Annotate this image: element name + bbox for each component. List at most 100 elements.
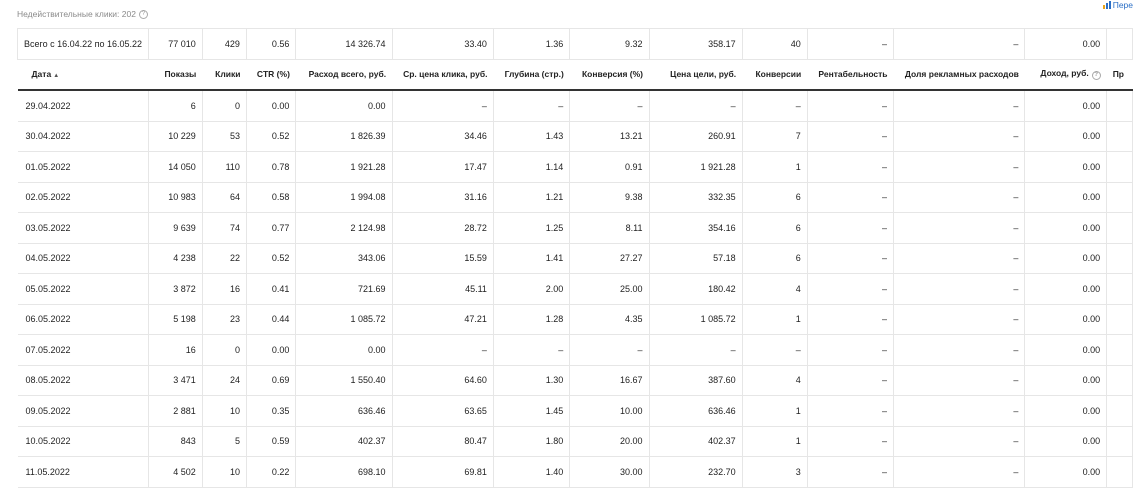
cell-spend: 402.37 [295,426,393,457]
cell-text: 1.28 [545,314,564,325]
cell-next [1106,426,1133,457]
invalid-clicks-label: Недействительные клики: 202 [17,9,136,19]
cell-revenue: 0.00 [1024,426,1108,457]
cell-conversions: 1 [742,426,808,457]
cell-next [1106,456,1133,488]
cell-clicks: 429 [202,28,247,60]
cell-text: 40 [790,38,801,49]
cell-text: – [730,100,736,111]
cell-text: 10 229 [168,131,196,142]
cell-text: 1 826.39 [350,131,386,142]
cell-impressions: 4 502 [148,456,203,488]
help-icon[interactable]: ? [1091,71,1101,81]
cell-date: 08.05.2022 [17,365,150,396]
cell-clicks: 23 [202,304,247,335]
cell-avg-cpc: – [392,90,494,122]
cell-text: – [1013,344,1019,355]
cell-text: Доход, руб. [1040,68,1089,79]
cell-depth: 1.28 [493,304,571,335]
cell-text: – [637,344,643,355]
cell-text: – [1013,405,1019,416]
cell-text: – [730,344,736,355]
totals-row: Всего с 16.04.22 по 16.05.22 77 010 429 0.5… [16,28,1133,60]
cell-goal-cost: 636.46 [649,395,743,427]
cell-text: 22 [229,253,240,264]
cell-text: 0.00 [271,100,290,111]
cell-text: 1.25 [545,222,564,233]
cell-clicks: 0 [202,334,247,366]
cell-conversions: 1 [742,395,808,427]
cell-depth: 1.41 [493,243,571,274]
column-header-avg-cpc[interactable]: Ср. цена клика, руб. [392,59,494,91]
column-header-impressions[interactable]: Показы [148,59,203,91]
cell-conversion-rate: – [569,334,650,366]
cell-ad-spend-share: – [893,426,1026,457]
table-row: 03.05.2022 9 639 74 0.77 2 124.98 28.72 1.25 8.… [17,212,1133,244]
cell-text: 1.14 [545,161,564,172]
cell-text: 63.65 [464,405,487,416]
cell-text: 0.00 [1082,466,1101,477]
cell-ad-spend-share: – [893,243,1026,274]
cell-conversions: 1 [742,151,808,183]
cell-date: 02.05.2022 [17,182,150,213]
cell-impressions: 843 [148,426,203,457]
cell-profitability: – [807,243,895,274]
cell-text: 9.32 [624,38,643,49]
column-header-date[interactable]: Дата ▲ [17,59,149,91]
column-header-goal-cost[interactable]: Цена цели, руб. [649,59,743,91]
cell-revenue: 0.00 [1024,273,1108,305]
cell-avg-cpc: 28.72 [392,212,494,244]
cell-text: 0.00 [1082,161,1101,172]
chart-link[interactable]: Пере [1102,0,1133,10]
cell-clicks: 5 [202,426,247,457]
column-header-spend[interactable]: Расход всего, руб. [295,59,393,91]
cell-ctr: 0.44 [246,304,297,335]
sort-ascending-icon[interactable]: ▲ [53,73,59,79]
column-header-depth[interactable]: Глубина (стр.) [493,59,570,91]
cell-clicks: 22 [202,243,247,274]
column-header-ctr[interactable]: CTR (%) [246,59,296,91]
cell-profitability: – [807,334,895,366]
cell-text: 6 [190,100,196,111]
column-header-revenue[interactable]: Доход, руб.? [1024,59,1107,91]
cell-text: 74 [229,222,240,233]
column-header-next[interactable]: Пр [1106,59,1133,91]
cell-text: 47.21 [464,314,487,325]
column-header-conversions[interactable]: Конверсии [742,59,808,91]
cell-spend: 1 994.08 [295,182,393,213]
cell-ad-spend-share: – [893,273,1026,305]
cell-spend: 636.46 [295,395,393,427]
cell-conversions: 40 [742,28,808,60]
cell-text: – [481,100,487,111]
cell-text: Всего с 16.04.22 по 16.05.22 [24,38,143,49]
cell-text: 358.17 [708,38,736,49]
cell-text: 30.04.2022 [25,131,71,142]
column-header-conversion-rate[interactable]: Конверсия (%) [569,59,650,91]
cell-text: 09.05.2022 [25,405,71,416]
cell-text: 0.00 [1082,131,1101,142]
cell-goal-cost: – [649,90,743,122]
cell-next [1106,365,1133,396]
cell-text: 9.38 [624,192,643,203]
cell-conversion-rate: – [569,90,650,122]
column-header-clicks[interactable]: Клики [202,59,247,91]
header-row: Дата ▲ Показы Клики CTR (%) Расход всего, руб… [17,59,1133,91]
column-header-ad-spend-share[interactable]: Доля рекламных расходов [893,59,1025,91]
cell-text: 332.35 [708,192,736,203]
cell-depth: 1.30 [493,365,571,396]
cell-text: 0.00 [1082,283,1101,294]
cell-text: 0.00 [1082,38,1101,49]
help-icon[interactable]: ? [138,9,148,19]
cell-text: 8.11 [625,222,643,233]
cell-goal-cost: 232.70 [649,456,743,488]
cell-depth: 1.14 [493,151,571,183]
column-header-profitability[interactable]: Рентабельность [807,59,894,91]
cell-text: 3 [795,466,801,477]
cell-text: 0.56 [271,38,290,49]
cell-profitability: – [807,182,895,213]
cell-conversions: – [742,90,808,122]
cell-avg-cpc: 15.59 [392,243,494,274]
cell-clicks: 0 [202,90,247,122]
cell-text: 4 [795,283,801,294]
cell-clicks: 16 [202,273,247,305]
